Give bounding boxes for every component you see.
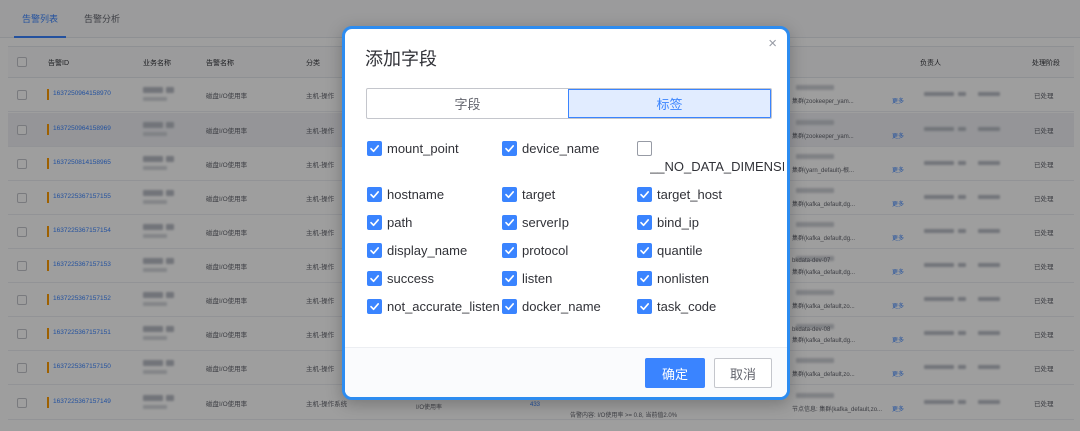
field-option-label: device_name: [522, 141, 600, 156]
field-option[interactable]: protocol: [502, 242, 568, 260]
field-option[interactable]: hostname: [367, 186, 444, 204]
confirm-button[interactable]: 确定: [645, 358, 705, 388]
field-option[interactable]: display_name: [367, 242, 467, 260]
checkbox-checked-icon[interactable]: [637, 187, 652, 202]
checkbox-unchecked-icon[interactable]: [637, 141, 652, 156]
field-option[interactable]: quantile: [637, 242, 703, 260]
segment-fields[interactable]: 字段: [367, 89, 568, 118]
field-option[interactable]: __NO_DATA_DIMENSI: [637, 140, 784, 174]
checkbox-checked-icon[interactable]: [367, 141, 382, 156]
checkbox-checked-icon[interactable]: [637, 215, 652, 230]
field-option-label: bind_ip: [657, 215, 699, 230]
checkbox-checked-icon[interactable]: [637, 299, 652, 314]
checkbox-checked-icon[interactable]: [502, 243, 517, 258]
field-option[interactable]: device_name: [502, 140, 599, 158]
field-option[interactable]: path: [367, 214, 412, 232]
field-option-label: success: [387, 271, 434, 286]
field-option-label: nonlisten: [657, 271, 710, 286]
cancel-button[interactable]: 取消: [714, 358, 772, 388]
field-option-label: serverIp: [522, 215, 569, 230]
checkbox-checked-icon[interactable]: [367, 271, 382, 286]
field-option-label: not_accurate_listen: [387, 299, 500, 314]
checkbox-checked-icon[interactable]: [502, 299, 517, 314]
field-option-label: display_name: [387, 243, 468, 258]
checkbox-checked-icon[interactable]: [367, 187, 382, 202]
field-option[interactable]: bind_ip: [637, 214, 699, 232]
field-option-label: quantile: [657, 243, 703, 258]
checkbox-checked-icon[interactable]: [502, 271, 517, 286]
segment-tags[interactable]: 标签: [568, 89, 771, 118]
field-option-label: __NO_DATA_DIMENSI: [650, 159, 784, 174]
checkbox-checked-icon[interactable]: [637, 243, 652, 258]
field-option-label: mount_point: [387, 141, 459, 156]
field-option-label: protocol: [522, 243, 569, 258]
field-option-label: hostname: [387, 187, 445, 202]
field-option-label: target_host: [657, 187, 723, 202]
field-option-label: path: [387, 215, 413, 230]
field-option[interactable]: mount_point: [367, 140, 459, 158]
dialog-footer: 确定 取消: [345, 347, 787, 397]
checkbox-checked-icon[interactable]: [502, 187, 517, 202]
field-type-switch: 字段 标签: [366, 88, 772, 119]
field-option[interactable]: target: [502, 186, 555, 204]
field-option[interactable]: docker_name: [502, 298, 601, 316]
field-option[interactable]: target_host: [637, 186, 722, 204]
checkbox-checked-icon[interactable]: [637, 271, 652, 286]
field-option[interactable]: task_code: [637, 298, 716, 316]
checkbox-checked-icon[interactable]: [502, 215, 517, 230]
field-option[interactable]: not_accurate_listen: [367, 298, 500, 316]
field-option[interactable]: nonlisten: [637, 270, 709, 288]
checkbox-checked-icon[interactable]: [367, 299, 382, 314]
field-option-label: task_code: [657, 299, 717, 314]
field-option[interactable]: listen: [502, 270, 552, 288]
field-option-label: docker_name: [522, 299, 601, 314]
dialog-title: 添加字段: [365, 49, 437, 69]
field-option-label: listen: [522, 271, 553, 286]
field-option[interactable]: serverIp: [502, 214, 569, 232]
field-option-label: target: [522, 187, 556, 202]
checkbox-checked-icon[interactable]: [502, 141, 517, 156]
add-field-dialog: 添加字段 × 字段 标签 mount_point device_name __NO_…: [342, 26, 790, 400]
checkbox-checked-icon[interactable]: [367, 243, 382, 258]
close-icon[interactable]: ×: [768, 35, 777, 52]
field-option[interactable]: success: [367, 270, 434, 288]
checkbox-checked-icon[interactable]: [367, 215, 382, 230]
